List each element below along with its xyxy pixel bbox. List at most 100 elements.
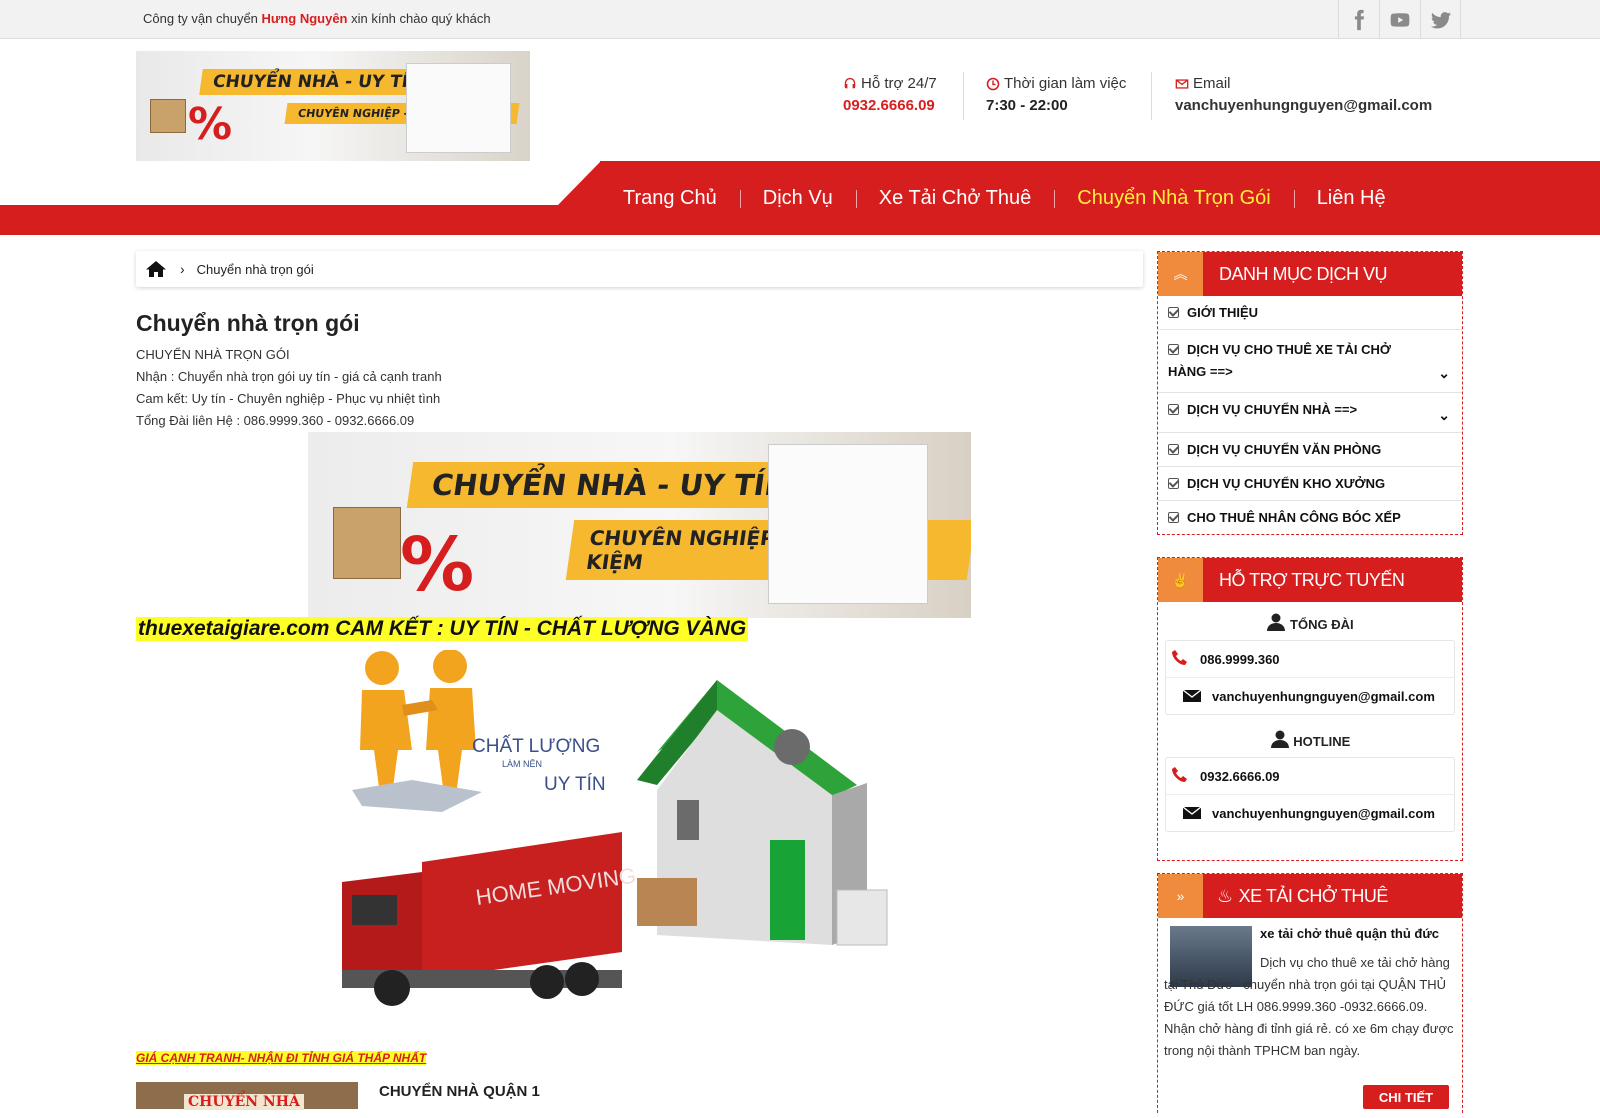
commitment-text: thuexetaigiare.com CAM KẾT : UY TÍN - CH… bbox=[136, 617, 749, 641]
chevron-down-icon[interactable]: ⌄ bbox=[1438, 362, 1450, 384]
checkbox-icon bbox=[1168, 307, 1179, 318]
top-bar: Công ty vận chuyển Hưng Nguyên xin kính … bbox=[0, 0, 1600, 39]
category-item[interactable]: DỊCH VỤ CHO THUÊ XE TẢI CHỞ HÀNG ==> ⌄ bbox=[1158, 330, 1462, 393]
support-panel: ✌ HỖ TRỢ TRỰC TUYẾN TỔNG ĐÀI 086.9999.36… bbox=[1157, 557, 1463, 861]
user-icon bbox=[1270, 730, 1289, 748]
content-line: Cam kết: Uy tín - Chuyên nghiệp - Phục v… bbox=[136, 391, 441, 406]
header-divider bbox=[1151, 72, 1152, 120]
youtube-icon[interactable] bbox=[1379, 0, 1420, 39]
banner-line-1: CHUYỂN NHÀ - UY TÍN bbox=[406, 462, 815, 508]
double-chevron-right-icon: » bbox=[1158, 874, 1203, 918]
support-email-row[interactable]: vanchuyenhungnguyen@gmail.com bbox=[1166, 794, 1454, 831]
email-value[interactable]: vanchuyenhungnguyen@gmail.com bbox=[1175, 97, 1432, 114]
box-mascot-image bbox=[150, 99, 186, 133]
percent-graphic: % bbox=[188, 99, 233, 150]
envelope-icon bbox=[1182, 806, 1202, 819]
support-phone-row[interactable]: 0932.6666.09 bbox=[1166, 758, 1454, 794]
illustration-text-2: LÀM NÊN bbox=[502, 759, 542, 769]
moving-banner-image: % CHUYỂN NHÀ - UY TÍN CHUYÊN NGHIỆP - SI… bbox=[308, 432, 971, 618]
moving-thumbnail[interactable]: CHUYỂN NHÀ bbox=[136, 1082, 358, 1110]
content-line: Tổng Đài liên Hệ : 086.9999.360 - 0932.6… bbox=[136, 413, 415, 428]
detail-button[interactable]: CHI TIẾT bbox=[1363, 1085, 1449, 1109]
category-item[interactable]: GIỚI THIỆU bbox=[1158, 296, 1462, 330]
percent-graphic: % bbox=[400, 522, 475, 608]
box-mascot-image bbox=[333, 507, 401, 579]
chevron-right-icon: › bbox=[180, 261, 185, 277]
chevron-down-icon[interactable]: ⌄ bbox=[1438, 407, 1450, 424]
price-note: GIÁ CẠNH TRANH- NHẬN ĐI TỈNH GIÁ THẤP NH… bbox=[136, 1051, 427, 1065]
category-item[interactable]: DỊCH VỤ CHUYỂN NHÀ ==> ⌄ bbox=[1158, 393, 1462, 433]
category-panel-header: ︽ DANH MỤC DỊCH VỤ bbox=[1158, 252, 1462, 296]
category-panel: ︽ DANH MỤC DỊCH VỤ GIỚI THIỆU DỊCH VỤ CH… bbox=[1157, 251, 1463, 535]
envelope-icon bbox=[1182, 689, 1202, 702]
checkbox-icon bbox=[1168, 404, 1179, 415]
nav-menu: Trang Chủ Dịch Vụ Xe Tải Chở Thuê Chuyển… bbox=[600, 161, 1409, 235]
hours-info: Thời gian làm việc 7:30 - 22:00 bbox=[986, 75, 1126, 114]
brand-name: Hưng Nguyên bbox=[261, 11, 348, 26]
truck-panel: » ♨ XE TẢI CHỞ THUÊ xe tải chở thuê quận … bbox=[1157, 873, 1463, 1113]
hand-icon: ✌ bbox=[1158, 558, 1203, 602]
support-phone-row[interactable]: 086.9999.360 bbox=[1166, 641, 1454, 677]
support-panel-title: HỖ TRỢ TRỰC TUYẾN bbox=[1219, 569, 1405, 590]
email-info: Email vanchuyenhungnguyen@gmail.com bbox=[1175, 75, 1432, 114]
checkbox-icon bbox=[1168, 512, 1179, 523]
nav-slant bbox=[558, 161, 601, 205]
phone-icon bbox=[1172, 650, 1187, 665]
support-contact-box: 086.9999.360 vanchuyenhungnguyen@gmail.c… bbox=[1165, 640, 1455, 715]
support-contact-box: 0932.6666.09 vanchuyenhungnguyen@gmail.c… bbox=[1165, 757, 1455, 832]
support-phone[interactable]: 0932.6666.09 bbox=[843, 97, 937, 114]
support-info: Hỗ trợ 24/7 0932.6666.09 bbox=[843, 75, 937, 114]
nav-item-contact[interactable]: Liên Hệ bbox=[1293, 187, 1409, 210]
user-icon bbox=[1267, 613, 1286, 631]
page-title: Chuyển nhà trọn gói bbox=[136, 310, 360, 336]
hours-label: Thời gian làm việc bbox=[1004, 75, 1127, 92]
support-email-row[interactable]: vanchuyenhungnguyen@gmail.com bbox=[1166, 677, 1454, 714]
nav-item-truck-rental[interactable]: Xe Tải Chở Thuê bbox=[855, 187, 1054, 210]
content-line: CHUYỂN NHÀ TRỌN GÓI bbox=[136, 347, 290, 362]
welcome-text: Công ty vận chuyển Hưng Nguyên xin kính … bbox=[143, 11, 491, 26]
nav-item-home[interactable]: Trang Chủ bbox=[600, 187, 740, 210]
thumbnail-label: CHUYỂN NHÀ bbox=[184, 1094, 304, 1110]
hours-value: 7:30 - 22:00 bbox=[986, 97, 1068, 114]
site-logo[interactable]: % CHUYỂN NHÀ - UY TÍN CHUYÊN NGHIỆP - SI… bbox=[136, 51, 530, 161]
checkbox-icon bbox=[1168, 478, 1179, 489]
truck-image bbox=[406, 63, 511, 153]
category-item[interactable]: DỊCH VỤ CHUYỂN KHO XƯỞNG bbox=[1158, 467, 1462, 501]
headset-icon bbox=[844, 77, 856, 88]
phone-icon bbox=[1172, 767, 1187, 782]
support-label: Hỗ trợ 24/7 bbox=[861, 75, 937, 92]
content-line: Nhận : Chuyển nhà trọn gói uy tín - giá … bbox=[136, 369, 442, 384]
home-icon[interactable] bbox=[146, 260, 166, 278]
checkbox-icon bbox=[1168, 444, 1179, 455]
breadcrumb-current: Chuyển nhà trọn gói bbox=[196, 261, 314, 277]
nav-item-services[interactable]: Dịch Vụ bbox=[739, 187, 856, 210]
checkbox-icon bbox=[1168, 344, 1179, 355]
steam-icon: ♨ bbox=[1217, 885, 1233, 906]
clock-icon bbox=[986, 77, 1000, 90]
truck-panel-title: ♨ XE TẢI CHỞ THUÊ bbox=[1217, 885, 1388, 906]
illustration-text-1: CHẤT LƯỢNG bbox=[472, 735, 600, 757]
category-item[interactable]: DỊCH VỤ CHUYỂN VĂN PHÒNG bbox=[1158, 433, 1462, 467]
logo-line-1: CHUYỂN NHÀ - UY TÍN bbox=[199, 69, 437, 95]
header-divider bbox=[963, 72, 964, 120]
nav-item-moving-package[interactable]: Chuyển Nhà Trọn Gói bbox=[1054, 187, 1293, 210]
post-title[interactable]: CHUYỂN NHÀ QUẬN 1 bbox=[379, 1083, 540, 1100]
truck-post-title[interactable]: xe tải chở thuê quận thủ đức bbox=[1260, 926, 1439, 941]
truck-panel-header: » ♨ XE TẢI CHỞ THUÊ bbox=[1158, 874, 1462, 918]
truck-image bbox=[768, 444, 928, 604]
category-panel-title: DANH MỤC DỊCH VỤ bbox=[1219, 263, 1388, 284]
home-moving-illustration: CHẤT LƯỢNG LÀM NÊN UY TÍN HOME MOVING bbox=[322, 649, 962, 1048]
main-nav: Trang Chủ Dịch Vụ Xe Tải Chở Thuê Chuyển… bbox=[0, 161, 1600, 235]
illustration-text-3: UY TÍN bbox=[544, 774, 606, 795]
chevron-up-icon: ︽ bbox=[1158, 252, 1203, 296]
category-item[interactable]: CHO THUÊ NHÂN CÔNG BÓC XẾP bbox=[1158, 501, 1462, 534]
envelope-icon bbox=[1175, 78, 1189, 89]
support-panel-header: ✌ HỖ TRỢ TRỰC TUYẾN bbox=[1158, 558, 1462, 602]
support-contact-name: HOTLINE bbox=[1158, 715, 1462, 757]
email-label: Email bbox=[1193, 75, 1231, 92]
truck-post-description: Dịch vụ cho thuê xe tải chở hàng tại Thủ… bbox=[1164, 955, 1454, 1058]
support-contact-name: TỔNG ĐÀI bbox=[1158, 602, 1462, 640]
facebook-icon[interactable] bbox=[1338, 0, 1379, 39]
breadcrumb: › Chuyển nhà trọn gói bbox=[136, 251, 1143, 287]
twitter-icon[interactable] bbox=[1420, 0, 1461, 39]
